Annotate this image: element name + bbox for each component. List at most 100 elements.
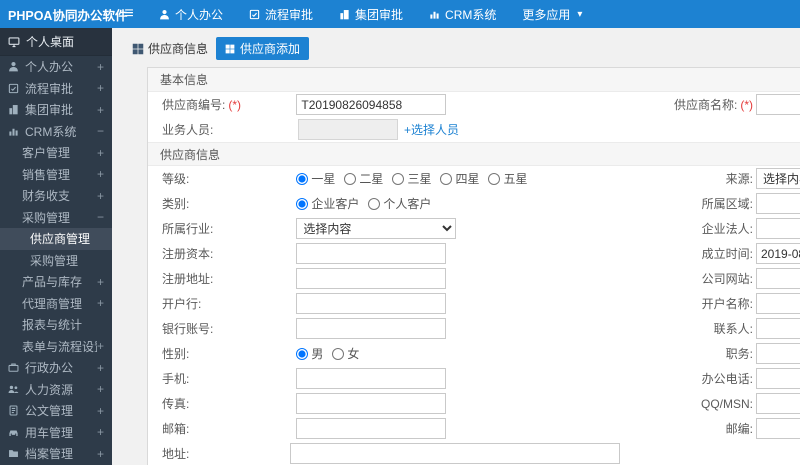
email-input[interactable] — [296, 418, 447, 439]
tab-supplier-add[interactable]: 供应商添加 — [216, 37, 310, 60]
source-select[interactable]: 选择内容 — [756, 168, 800, 189]
sidebar-item-purchase-mgmt[interactable]: 采购管理 − — [0, 207, 112, 229]
expander-icon[interactable]: + — [97, 296, 104, 310]
category-radio-enterprise[interactable]: 企业客户 — [296, 195, 359, 212]
sidebar-item-archive-mgmt[interactable]: 档案管理 + — [0, 443, 112, 465]
user-icon — [159, 9, 170, 20]
level-radio-3[interactable]: 三星 — [392, 170, 431, 187]
category-radio-personal[interactable]: 个人客户 — [368, 195, 431, 212]
expander-icon[interactable]: + — [97, 146, 104, 160]
field-label: 供应商编号: (*) — [162, 98, 242, 112]
caret-down-icon: ▾ — [577, 8, 583, 20]
nav-crm-system[interactable]: CRM系统 — [416, 0, 509, 28]
nav-personal-office[interactable]: 个人办公 — [146, 0, 236, 28]
sidebar-item-form-flow-settings[interactable]: 表单与流程设置 + — [0, 336, 112, 358]
sidebar-item-customer-mgmt[interactable]: 客户管理 + — [0, 142, 112, 164]
sidebar-item-sales-mgmt[interactable]: 销售管理 + — [0, 164, 112, 186]
expander-icon[interactable]: + — [97, 447, 104, 461]
sidebar-item-desktop[interactable]: 个人桌面 — [0, 28, 112, 56]
bank-account-input[interactable] — [296, 318, 447, 339]
check-doc-icon — [8, 83, 19, 94]
sidebar-item-finance[interactable]: 财务收支 + — [0, 185, 112, 207]
form-row: 等级: 一星 二星 三星 四星 五星 来源: 选择内容 — [148, 166, 800, 191]
reg-address-input[interactable] — [296, 268, 447, 289]
gender-radio-female[interactable]: 女 — [332, 345, 359, 362]
position-input[interactable] — [756, 343, 800, 364]
nav-more-apps[interactable]: 更多应用 ▾ — [509, 0, 595, 28]
sidebar-item-hr[interactable]: 人力资源 + — [0, 379, 112, 401]
office-phone-input[interactable] — [756, 368, 800, 389]
sidebar-item-process-approval[interactable]: 流程审批 + — [0, 78, 112, 100]
contact-input[interactable] — [756, 318, 800, 339]
grid-icon — [132, 43, 144, 55]
app-logo: PHPOA协同办公软件 — [8, 8, 128, 23]
expander-icon[interactable]: + — [97, 103, 104, 117]
staff-input[interactable] — [298, 119, 398, 140]
level-radio-5[interactable]: 五星 — [488, 170, 527, 187]
sidebar-item-official-doc[interactable]: 公文管理 + — [0, 400, 112, 422]
mobile-input[interactable] — [296, 368, 447, 389]
expander-icon[interactable]: + — [97, 60, 104, 74]
sidebar-item-admin-office[interactable]: 行政办公 + — [0, 357, 112, 379]
region-input[interactable] — [756, 193, 800, 214]
expander-icon[interactable]: + — [97, 382, 104, 396]
level-radio-group: 一星 二星 三星 四星 五星 — [296, 170, 583, 187]
nav-group-approval[interactable]: 集团审批 — [326, 0, 416, 28]
collapse-icon[interactable]: − — [97, 210, 104, 224]
legal-person-input[interactable] — [756, 218, 800, 239]
field-label: 所属行业: — [162, 222, 214, 236]
nav-process-approval[interactable]: 流程审批 — [236, 0, 326, 28]
form-row: 供应商编号:(*) 供应商名称:(*) — [148, 92, 800, 117]
bar-chart-icon — [429, 9, 440, 20]
sidebar-item-product-inventory[interactable]: 产品与库存 + — [0, 271, 112, 293]
form-row: 地址: — [148, 441, 800, 465]
expander-icon[interactable]: + — [97, 167, 104, 181]
grid-plus-icon — [225, 44, 235, 54]
tab-supplier-info[interactable]: 供应商信息 — [132, 40, 208, 57]
menu-toggle-icon[interactable]: ≡ — [112, 5, 146, 23]
fax-input[interactable] — [296, 393, 447, 414]
main-content: 供应商信息 供应商添加 基本信息 供应商编号:(*) 供应商名称:(*) 业务人… — [112, 28, 800, 465]
sidebar-item-crm[interactable]: CRM系统 − — [0, 121, 112, 143]
nav-label: 流程审批 — [265, 7, 314, 22]
sidebar-item-agent-mgmt[interactable]: 代理商管理 + — [0, 293, 112, 315]
supplier-code-input[interactable] — [296, 94, 447, 115]
sidebar-item-supplier-mgmt[interactable]: 供应商管理 — [0, 228, 112, 250]
zip-input[interactable] — [756, 418, 800, 439]
capital-input[interactable] — [296, 243, 447, 264]
bank-name-input[interactable] — [756, 293, 800, 314]
tab-bar: 供应商信息 供应商添加 — [112, 28, 800, 60]
gender-radio-male[interactable]: 男 — [296, 345, 323, 362]
bank-input[interactable] — [296, 293, 447, 314]
collapse-icon[interactable]: − — [97, 124, 104, 138]
expander-icon[interactable]: + — [97, 404, 104, 418]
field-label: 职务: — [725, 347, 753, 361]
founded-date-input[interactable] — [756, 243, 800, 264]
sidebar-item-reports[interactable]: 报表与统计 — [0, 314, 112, 336]
expander-icon[interactable]: + — [97, 81, 104, 95]
briefcase-icon — [8, 362, 19, 373]
industry-select[interactable]: 选择内容 — [296, 218, 457, 239]
field-label: 注册资本: — [162, 247, 214, 261]
expander-icon[interactable]: + — [97, 275, 104, 289]
expander-icon[interactable]: + — [97, 425, 104, 439]
level-radio-1[interactable]: 一星 — [296, 170, 335, 187]
supplier-name-input[interactable] — [756, 94, 800, 115]
nav-label: 更多应用 — [522, 7, 571, 22]
level-radio-4[interactable]: 四星 — [440, 170, 479, 187]
qq-msn-input[interactable] — [756, 393, 800, 414]
required-mark: (*) — [228, 98, 242, 112]
tab-label: 供应商信息 — [148, 42, 209, 56]
sidebar-item-purchase-mgmt-sub[interactable]: 采购管理 — [0, 250, 112, 272]
user-icon — [8, 61, 19, 72]
choose-person-link[interactable]: +选择人员 — [404, 121, 459, 138]
sidebar-item-personal-office[interactable]: 个人办公 + — [0, 56, 112, 78]
website-input[interactable] — [756, 268, 800, 289]
sidebar-item-vehicle-mgmt[interactable]: 用车管理 + — [0, 422, 112, 444]
expander-icon[interactable]: + — [97, 339, 104, 353]
expander-icon[interactable]: + — [97, 189, 104, 203]
sidebar-item-group-approval[interactable]: 集团审批 + — [0, 99, 112, 121]
expander-icon[interactable]: + — [97, 361, 104, 375]
level-radio-2[interactable]: 二星 — [344, 170, 383, 187]
address-input[interactable] — [289, 443, 620, 464]
